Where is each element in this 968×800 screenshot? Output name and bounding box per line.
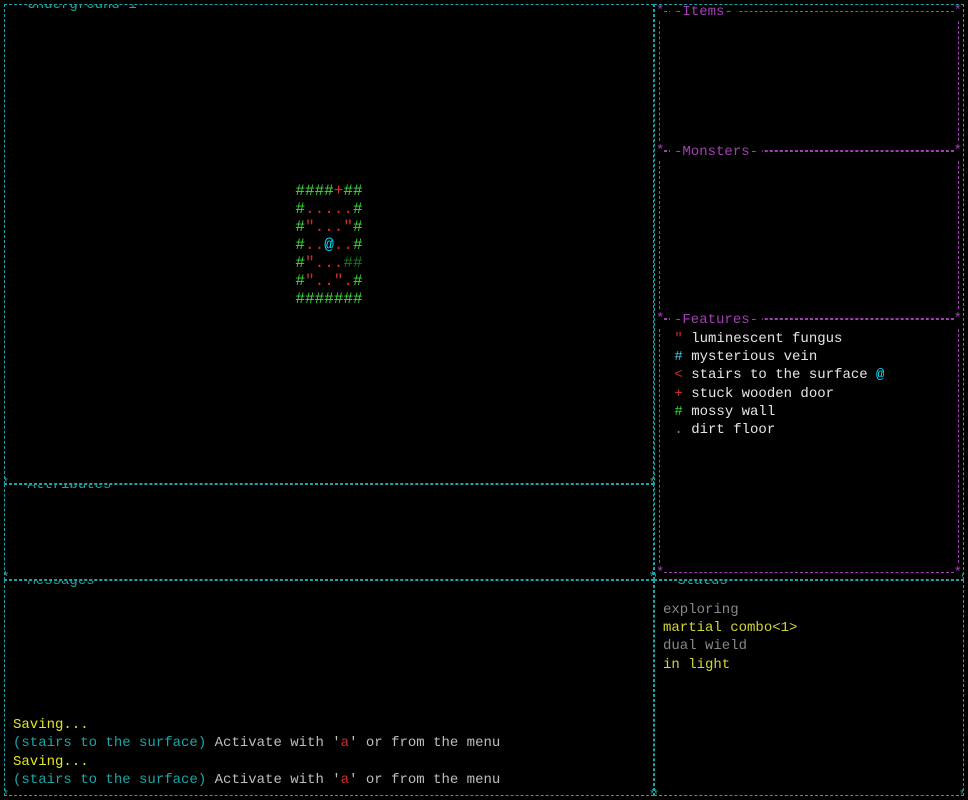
attributes-panel: ** ** Attributes Hp:10/10 Mp: 7/ 7 Ep:10…: [4, 484, 654, 580]
status-body: exploringmartial combo<1>dual wieldin li…: [663, 601, 955, 674]
map-grid[interactable]: ####+###.....##"..."##..@..##"...###".."…: [295, 182, 362, 308]
map-cell[interactable]: #: [295, 218, 305, 236]
map-cell[interactable]: ..: [334, 236, 353, 254]
feature-name: stairs to the surface: [691, 367, 867, 383]
feature-name: luminescent fungus: [691, 331, 842, 347]
here-marker: @: [868, 367, 885, 383]
messages-panel: ** ** Messages Saving...(stairs to the s…: [4, 580, 654, 796]
status-panel: ** ** Status exploringmartial combo<1>du…: [654, 580, 964, 796]
message-line: Saving...: [13, 753, 645, 771]
map-cell[interactable]: .: [343, 272, 353, 290]
messages-body: Saving...(stairs to the surface) Activat…: [13, 716, 645, 789]
message-line: Saving...: [13, 716, 645, 734]
seen-monsters-panel: **** Monsters: [659, 151, 959, 319]
map-cell[interactable]: ####: [295, 182, 333, 200]
feature-symbol: <: [666, 367, 691, 383]
status-line: dual wield: [663, 637, 955, 655]
status-line: in light: [663, 656, 955, 674]
map-cell[interactable]: ": [334, 272, 344, 290]
map-panel[interactable]: ** ** Underground 1 ####+###.....##"..."…: [4, 4, 654, 484]
map-cell[interactable]: ": [305, 272, 315, 290]
map-cell[interactable]: ...: [315, 254, 344, 272]
status-title: Status: [665, 580, 740, 590]
map-cell[interactable]: ..: [315, 272, 334, 290]
feature-symbol: #: [666, 404, 691, 420]
map-cell[interactable]: #: [353, 272, 363, 290]
map-cell[interactable]: ...: [315, 218, 344, 236]
feature-line: < stairs to the surface @: [666, 366, 952, 384]
messages-title: Messages: [15, 580, 107, 590]
map-cell[interactable]: ": [343, 218, 353, 236]
map-cell[interactable]: ": [305, 218, 315, 236]
message-line: (stairs to the surface) Activate with 'a…: [13, 771, 645, 789]
map-cell[interactable]: #: [353, 236, 363, 254]
map-cell[interactable]: @: [324, 236, 334, 254]
feature-name: mysterious vein: [691, 349, 817, 365]
map-cell[interactable]: +: [334, 182, 344, 200]
map-cell[interactable]: #: [295, 200, 305, 218]
status-line: exploring: [663, 601, 955, 619]
seen-panel: ** ** Seen **** Items **** Monsters ****…: [654, 4, 964, 580]
feature-line: + stuck wooden door: [666, 385, 952, 403]
feature-symbol: ": [666, 331, 691, 347]
features-list: " luminescent fungus # mysterious vein <…: [666, 330, 952, 439]
map-cell[interactable]: #: [295, 254, 305, 272]
seen-items-panel: **** Items: [659, 11, 959, 151]
map-cell[interactable]: #: [353, 218, 363, 236]
feature-line: " luminescent fungus: [666, 330, 952, 348]
feature-symbol: .: [666, 422, 691, 438]
map-cell[interactable]: #######: [295, 290, 362, 308]
map-cell[interactable]: .....: [305, 200, 353, 218]
map-cell[interactable]: ..: [305, 236, 324, 254]
seen-features-panel: **** Features " luminescent fungus # mys…: [659, 319, 959, 573]
map-title: Underground 1: [15, 4, 149, 14]
feature-name: mossy wall: [691, 404, 775, 420]
feature-line: # mossy wall: [666, 403, 952, 421]
game-layout: ** ** Underground 1 ####+###.....##"..."…: [4, 4, 964, 796]
map-cell[interactable]: #: [295, 272, 305, 290]
feature-name: stuck wooden door: [691, 386, 834, 402]
attributes-title: Attributes: [15, 484, 124, 494]
map-cell[interactable]: ": [305, 254, 315, 272]
map-cell[interactable]: #: [343, 254, 353, 272]
feature-symbol: +: [666, 386, 691, 402]
message-line: (stairs to the surface) Activate with 'a…: [13, 734, 645, 752]
feature-name: dirt floor: [691, 422, 775, 438]
feature-line: # mysterious vein: [666, 348, 952, 366]
map-cell[interactable]: #: [353, 254, 363, 272]
feature-symbol: #: [666, 349, 691, 365]
map-cell[interactable]: ##: [343, 182, 362, 200]
feature-line: . dirt floor: [666, 421, 952, 439]
map-cell[interactable]: #: [353, 200, 363, 218]
status-line: martial combo<1>: [663, 619, 955, 637]
map-cell[interactable]: #: [295, 236, 305, 254]
